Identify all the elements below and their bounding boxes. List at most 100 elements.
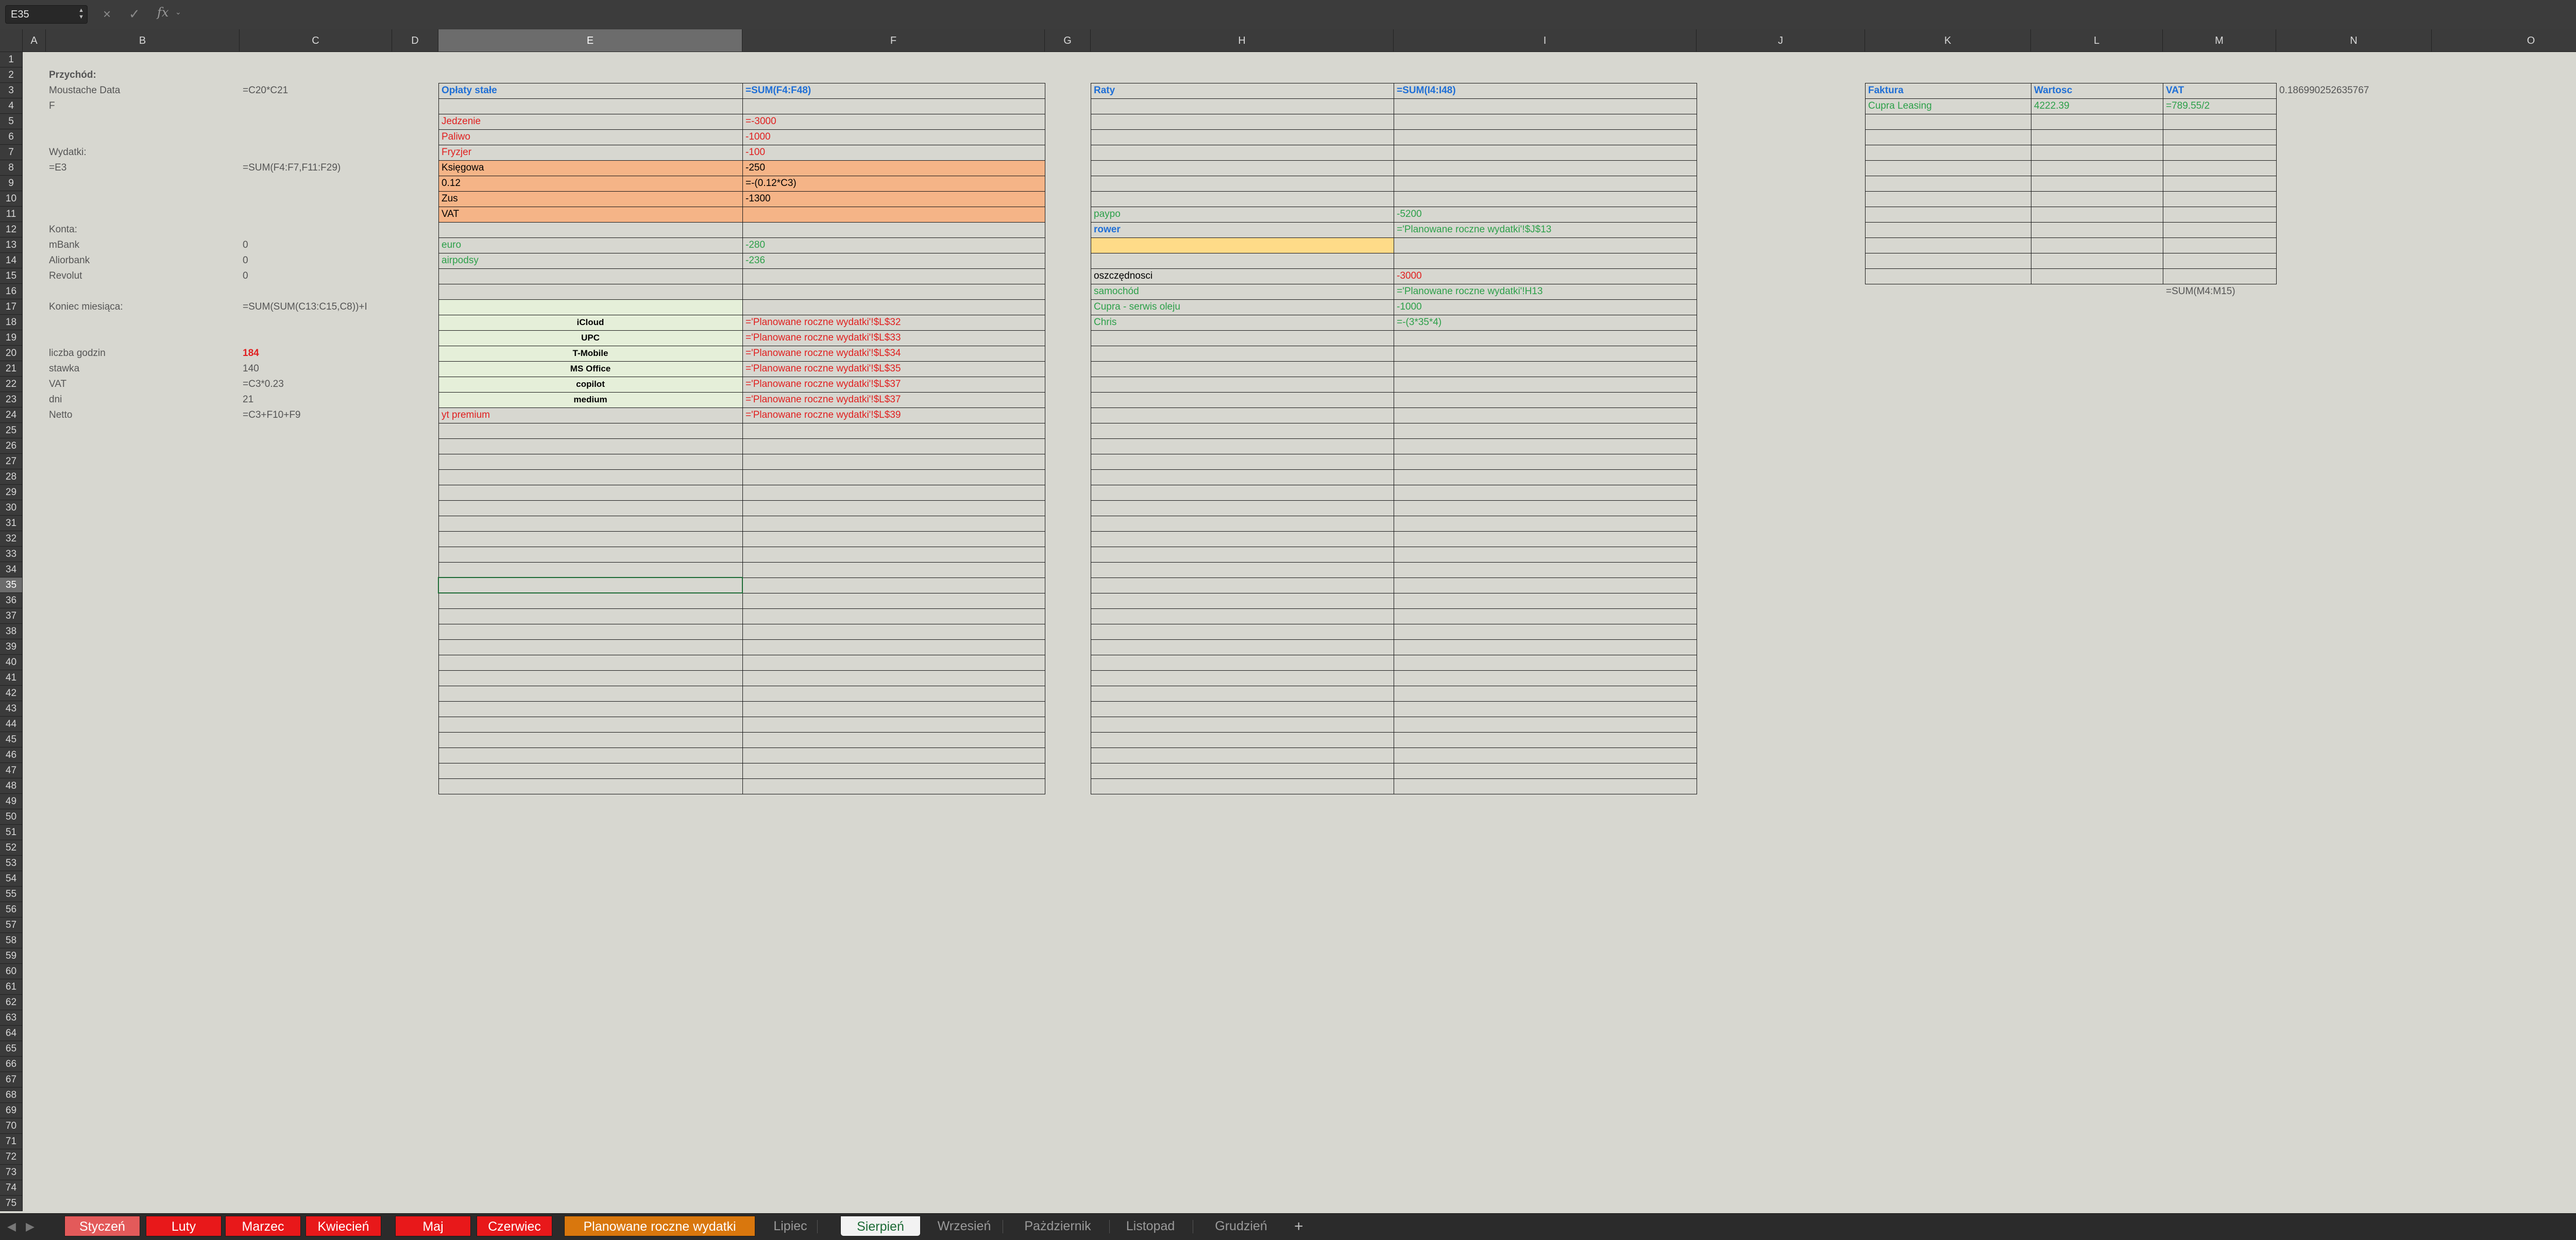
row-header-21[interactable]: 21: [0, 361, 23, 377]
row-header-14[interactable]: 14: [0, 253, 23, 268]
cell-e21[interactable]: MS Office: [438, 361, 742, 377]
cell-b8[interactable]: =E3: [46, 160, 240, 176]
row-header-46[interactable]: 46: [0, 748, 23, 763]
row-header-32[interactable]: 32: [0, 531, 23, 547]
select-all-corner[interactable]: [0, 29, 23, 52]
name-box[interactable]: E35 ▲ ▼: [5, 5, 88, 24]
cell-k3[interactable]: Faktura: [1865, 83, 2031, 98]
cell-e20[interactable]: T-Mobile: [438, 346, 742, 361]
column-header-i[interactable]: I: [1394, 29, 1697, 52]
row-header-17[interactable]: 17: [0, 299, 23, 315]
row-header-30[interactable]: 30: [0, 500, 23, 516]
row-header-11[interactable]: 11: [0, 207, 23, 222]
cell-b14[interactable]: Aliorbank: [46, 253, 240, 268]
row-header-13[interactable]: 13: [0, 237, 23, 253]
cell-m4[interactable]: =789.55/2: [2163, 98, 2276, 114]
name-box-stepper-icon[interactable]: ▲ ▼: [78, 7, 84, 21]
row-header-22[interactable]: 22: [0, 377, 23, 392]
cell-f10[interactable]: -1300: [742, 191, 1045, 207]
cell-i11[interactable]: -5200: [1394, 207, 1697, 222]
cell-l3[interactable]: Wartosc: [2031, 83, 2163, 98]
column-header-a[interactable]: A: [23, 29, 46, 52]
column-header-n[interactable]: N: [2276, 29, 2432, 52]
column-header-k[interactable]: K: [1865, 29, 2031, 52]
row-header-9[interactable]: 9: [0, 176, 23, 191]
column-header-o[interactable]: O: [2432, 29, 2576, 52]
row-header-28[interactable]: 28: [0, 469, 23, 485]
cell-b4[interactable]: F: [46, 98, 240, 114]
cell-b21[interactable]: stawka: [46, 361, 240, 377]
row-header-58[interactable]: 58: [0, 933, 23, 948]
cell-e22[interactable]: copilot: [438, 377, 742, 392]
column-header-b[interactable]: B: [46, 29, 240, 52]
row-header-55[interactable]: 55: [0, 887, 23, 902]
column-header-m[interactable]: M: [2163, 29, 2276, 52]
cell-e13[interactable]: euro: [438, 237, 742, 253]
column-header-f[interactable]: F: [742, 29, 1045, 52]
cell-f24[interactable]: ='Planowane roczne wydatki'!$L$39: [742, 407, 1045, 423]
cell-m16[interactable]: =SUM(M4:M15): [2163, 284, 2276, 299]
cell-e8[interactable]: Księgowa: [438, 160, 742, 176]
cell-b3[interactable]: Moustache Data: [46, 83, 240, 98]
row-header-73[interactable]: 73: [0, 1165, 23, 1180]
cell-f20[interactable]: ='Planowane roczne wydatki'!$L$34: [742, 346, 1045, 361]
cell-b23[interactable]: dni: [46, 392, 240, 407]
cancel-icon[interactable]: ×: [103, 6, 111, 22]
cell-e24[interactable]: yt premium: [438, 407, 742, 423]
row-header-60[interactable]: 60: [0, 964, 23, 979]
sheet-tab-6[interactable]: Czerwiec: [477, 1216, 552, 1236]
row-header-35[interactable]: 35: [0, 577, 23, 593]
cell-b12[interactable]: Konta:: [46, 222, 240, 237]
cell-h18[interactable]: Chris: [1091, 315, 1394, 330]
row-header-72[interactable]: 72: [0, 1149, 23, 1165]
cell-f5[interactable]: =-3000: [742, 114, 1045, 129]
cell-f21[interactable]: ='Planowane roczne wydatki'!$L$35: [742, 361, 1045, 377]
cell-e18[interactable]: iCloud: [438, 315, 742, 330]
cell-f22[interactable]: ='Planowane roczne wydatki'!$L$37: [742, 377, 1045, 392]
sheet-tab-7[interactable]: Planowane roczne wydatki: [564, 1216, 755, 1236]
column-header-l[interactable]: L: [2031, 29, 2163, 52]
row-header-39[interactable]: 39: [0, 639, 23, 655]
row-header-75[interactable]: 75: [0, 1196, 23, 1211]
sheet-tab-2[interactable]: Luty: [146, 1216, 222, 1236]
cell-b24[interactable]: Netto: [46, 407, 240, 423]
cell-k4[interactable]: Cupra Leasing: [1865, 98, 2031, 114]
cell-i3[interactable]: =SUM(I4:I48): [1394, 83, 1697, 98]
row-header-59[interactable]: 59: [0, 948, 23, 964]
row-header-43[interactable]: 43: [0, 701, 23, 717]
cell-f19[interactable]: ='Planowane roczne wydatki'!$L$33: [742, 330, 1045, 346]
cell-f3[interactable]: =SUM(F4:F48): [742, 83, 1045, 98]
row-header-52[interactable]: 52: [0, 840, 23, 856]
row-header-31[interactable]: 31: [0, 516, 23, 531]
formula-input[interactable]: [185, 5, 2576, 23]
row-header-50[interactable]: 50: [0, 809, 23, 825]
row-header-40[interactable]: 40: [0, 655, 23, 670]
row-header-49[interactable]: 49: [0, 794, 23, 809]
row-header-48[interactable]: 48: [0, 778, 23, 794]
cell-e19[interactable]: UPC: [438, 330, 742, 346]
cell-h3[interactable]: Raty: [1091, 83, 1394, 98]
row-header-6[interactable]: 6: [0, 129, 23, 145]
row-header-7[interactable]: 7: [0, 145, 23, 160]
sheet-tab-4[interactable]: Kwiecień: [306, 1216, 381, 1236]
row-header-5[interactable]: 5: [0, 114, 23, 129]
row-header-16[interactable]: 16: [0, 284, 23, 299]
row-header-41[interactable]: 41: [0, 670, 23, 686]
cell-e23[interactable]: medium: [438, 392, 742, 407]
row-header-8[interactable]: 8: [0, 160, 23, 176]
cell-b2[interactable]: Przychód:: [46, 67, 240, 83]
column-header-h[interactable]: H: [1091, 29, 1394, 52]
sheet-tab-3[interactable]: Marzec: [225, 1216, 301, 1236]
row-header-12[interactable]: 12: [0, 222, 23, 237]
prev-sheet-icon[interactable]: ◀: [7, 1220, 16, 1233]
cell-e5[interactable]: Jedzenie: [438, 114, 742, 129]
cell-h17[interactable]: Cupra - serwis oleju: [1091, 299, 1394, 315]
row-header-64[interactable]: 64: [0, 1026, 23, 1041]
cell-l4[interactable]: 4222.39: [2031, 98, 2163, 114]
cell-c24[interactable]: =C3+F10+F9: [240, 407, 392, 423]
row-header-10[interactable]: 10: [0, 191, 23, 207]
row-header-2[interactable]: 2: [0, 67, 23, 83]
row-header-19[interactable]: 19: [0, 330, 23, 346]
cell-e3[interactable]: Opłaty stałe: [438, 83, 742, 98]
column-header-j[interactable]: J: [1697, 29, 1865, 52]
